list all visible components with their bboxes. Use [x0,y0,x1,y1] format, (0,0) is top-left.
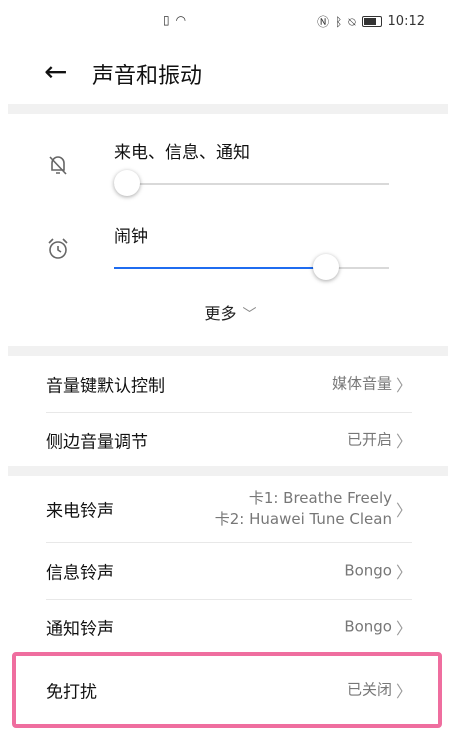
nfc-icon: Ⓝ [317,14,330,29]
back-arrow-icon[interactable]: ← [44,56,67,88]
bell-mute-icon [45,152,71,178]
more-toggle[interactable]: 更多 ﹀ [0,300,461,324]
chevron-down-icon: ﹀ [242,307,257,323]
notification-ringtone-value: Bongo [344,617,392,636]
side-volume-value: 已开启 [346,430,392,449]
call-ringtone-card1: 卡1: Breathe Freely [248,489,392,507]
notification-ringtone-label: 通知铃声 [46,619,114,640]
chevron-right-icon: 〉 [395,563,412,582]
bluetooth-icon: ᛒ [335,14,343,29]
ringtone-volume-row: 来电、信息、通知 [0,128,461,208]
volume-key-control-label: 音量键默认控制 [46,376,165,397]
more-label: 更多 [204,304,237,323]
call-ringtone-value: 卡1: Breathe Freely 卡2: Huawei Tune Clean [215,488,392,530]
side-volume-item[interactable]: 侧边音量调节 已开启 〉 [46,412,412,468]
page-title: 声音和振动 [92,64,203,89]
call-ringtone-card2: 卡2: Huawei Tune Clean [214,510,392,528]
notification-ringtone-item[interactable]: 通知铃声 Bongo 〉 [46,599,412,655]
ringtone-volume-slider[interactable] [114,170,389,196]
status-bar: ▯ ◠ Ⓝ ᛒ ⍉ 10:12 [0,0,461,44]
ringtone-volume-thumb[interactable] [114,170,140,196]
chevron-right-icon: 〉 [395,501,412,520]
chevron-right-icon: 〉 [395,432,412,451]
volume-key-control-item[interactable]: 音量键默认控制 媒体音量 〉 [46,356,412,413]
header: ← 声音和振动 [0,52,461,98]
status-right-icons: Ⓝ ᛒ ⍉ 10:12 [317,14,425,29]
alarm-volume-fill [114,267,327,269]
mute-icon: ⍉ [348,14,356,29]
alarm-volume-thumb[interactable] [313,254,340,280]
section-divider [8,346,448,356]
side-volume-label: 侧边音量调节 [46,432,148,453]
chevron-right-icon: 〉 [395,619,412,638]
alarm-volume-label: 闹钟 [114,227,148,247]
alarm-clock-icon [45,236,71,262]
volume-key-control-value: 媒体音量 [331,374,392,393]
ringtone-volume-label: 来电、信息、通知 [114,143,250,163]
highlight-box [12,652,442,728]
wifi-icon: ◠ [175,13,187,27]
message-ringtone-value: Bongo [344,561,392,580]
chevron-right-icon: 〉 [395,376,412,395]
status-time: 10:12 [387,14,425,29]
alarm-volume-slider[interactable] [114,254,389,280]
section-divider [8,466,448,476]
status-center-icons: ▯ ◠ [163,14,186,26]
sim-icon: ▯ [163,13,170,27]
call-ringtone-item[interactable]: 来电铃声 卡1: Breathe Freely 卡2: Huawei Tune … [46,476,412,543]
message-ringtone-label: 信息铃声 [46,563,114,584]
call-ringtone-label: 来电铃声 [46,501,114,522]
section-divider [8,104,448,114]
message-ringtone-item[interactable]: 信息铃声 Bongo 〉 [46,543,412,600]
alarm-volume-row: 闹钟 [0,212,461,292]
battery-icon [361,16,382,27]
